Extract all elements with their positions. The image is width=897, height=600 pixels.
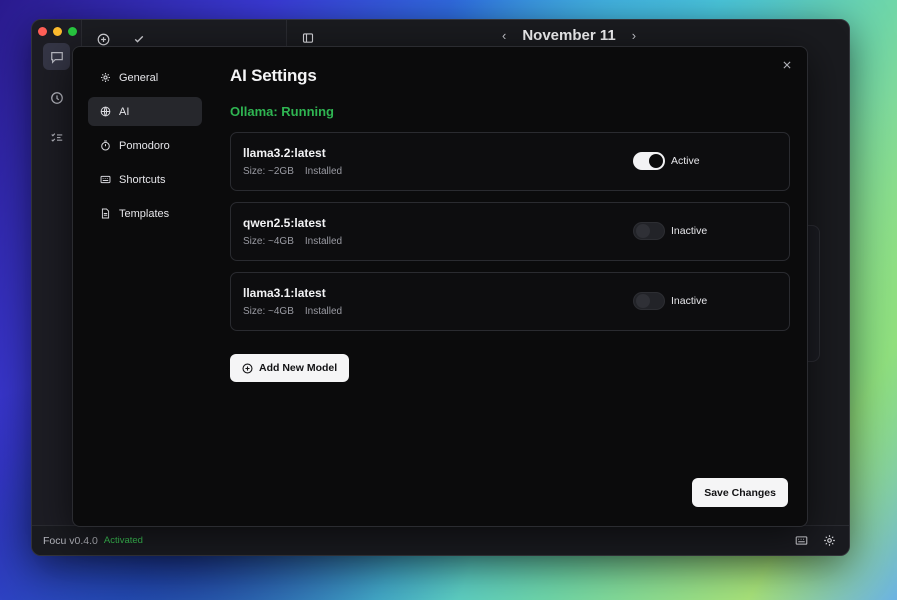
toggle-state-label: Inactive [671, 295, 708, 307]
zoom-window-button[interactable] [68, 27, 77, 36]
model-meta: Size: ~2GB Installed [243, 166, 342, 177]
model-toggle[interactable] [633, 152, 665, 170]
page-title: AI Settings [230, 66, 317, 85]
settings-nav: General AI Pomodoro Shortcuts Templates [88, 63, 202, 233]
model-name: qwen2.5:latest [243, 216, 326, 230]
chevron-right-icon[interactable]: › [632, 28, 636, 43]
timer-icon [100, 140, 111, 151]
add-model-button[interactable]: Add New Model [230, 354, 350, 382]
plus-circle-icon [242, 362, 253, 374]
settings-content: AI Settings Ollama: Running llama3.2:lat… [230, 66, 790, 382]
model-size: Size: ~4GB [243, 236, 294, 247]
toggle-knob [636, 294, 650, 308]
date-navigator: ‹ November 11 › [502, 27, 636, 44]
model-install-status: Installed [304, 166, 343, 177]
model-install-status: Installed [304, 236, 343, 247]
nav-item-shortcuts[interactable]: Shortcuts [88, 165, 202, 194]
tasks-rail-button[interactable] [43, 124, 70, 151]
model-name: llama3.1:latest [243, 286, 326, 300]
model-card: llama3.2:latest Size: ~2GB Installed Act… [230, 132, 790, 191]
toggle-state-label: Inactive [671, 225, 708, 237]
toggle-state-label: Active [671, 155, 700, 167]
add-model-label: Add New Model [259, 362, 338, 374]
model-size: Size: ~4GB [243, 306, 294, 317]
model-toggle-group: Active [633, 152, 700, 170]
chevron-left-icon[interactable]: ‹ [502, 28, 506, 43]
model-toggle[interactable] [633, 292, 665, 310]
nav-item-label: Pomodoro [119, 139, 170, 152]
check-button[interactable] [132, 32, 146, 46]
gear-icon [100, 72, 111, 83]
date-title: November 11 [522, 27, 616, 44]
nav-item-label: Templates [119, 207, 170, 220]
checklist-icon [50, 132, 62, 142]
model-install-status: Installed [304, 306, 343, 317]
side-pane-toolbar [96, 32, 146, 46]
gear-icon [824, 535, 835, 546]
checkmark-icon [134, 35, 144, 43]
nav-item-general[interactable]: General [88, 63, 202, 92]
nav-item-templates[interactable]: Templates [88, 199, 202, 228]
model-meta: Size: ~4GB Installed [243, 306, 342, 317]
keyboard-icon [795, 536, 808, 545]
settings-modal: General AI Pomodoro Shortcuts Templates [72, 46, 808, 527]
model-meta: Size: ~4GB Installed [243, 236, 342, 247]
plus-circle-icon [97, 33, 109, 45]
toggle-knob [636, 224, 650, 238]
globe-icon [100, 106, 111, 117]
keyboard-shortcuts-button[interactable] [795, 534, 808, 550]
model-toggle[interactable] [633, 222, 665, 240]
status-bar-actions [795, 534, 836, 550]
model-list: llama3.2:latest Size: ~2GB Installed Act… [230, 132, 790, 331]
toggle-knob [649, 154, 663, 168]
chat-rail-button[interactable] [43, 43, 70, 70]
close-window-button[interactable] [38, 27, 47, 36]
save-changes-button[interactable]: Save Changes [692, 478, 788, 507]
ollama-status: Ollama: Running [230, 104, 334, 119]
model-size: Size: ~2GB [243, 166, 294, 177]
status-bar: Focu v0.4.0 Activated [32, 525, 849, 555]
history-rail-button[interactable] [43, 84, 70, 111]
sidebar-icon [302, 33, 314, 43]
model-card: llama3.1:latest Size: ~4GB Installed Ina… [230, 272, 790, 331]
window-controls [38, 27, 77, 36]
nav-item-ai[interactable]: AI [88, 97, 202, 126]
chat-icon [50, 51, 63, 64]
minimize-window-button[interactable] [53, 27, 62, 36]
app-version: Focu v0.4.0 [43, 534, 98, 547]
keyboard-icon [100, 174, 111, 185]
nav-item-pomodoro[interactable]: Pomodoro [88, 131, 202, 160]
add-chat-button[interactable] [96, 32, 110, 46]
model-toggle-group: Inactive [633, 222, 707, 240]
model-card: qwen2.5:latest Size: ~4GB Installed Inac… [230, 202, 790, 261]
model-toggle-group: Inactive [633, 292, 707, 310]
clock-icon [50, 91, 63, 104]
nav-item-label: Shortcuts [119, 173, 166, 186]
document-icon [100, 208, 111, 219]
settings-button[interactable] [823, 534, 836, 550]
license-status: Activated [103, 535, 143, 546]
nav-item-label: General [119, 71, 159, 84]
model-name: llama3.2:latest [243, 146, 326, 160]
nav-item-label: AI [119, 105, 130, 118]
